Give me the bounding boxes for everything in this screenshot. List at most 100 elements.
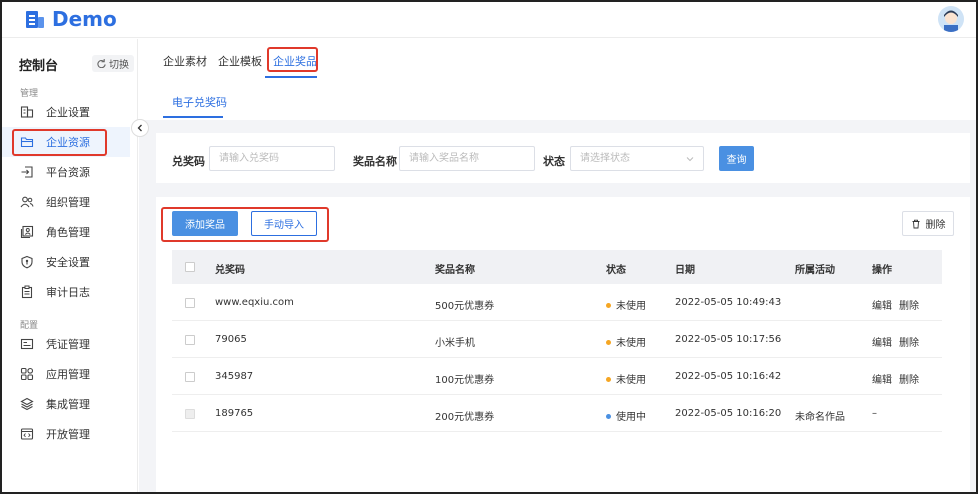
filter-bar: 兑奖码 请输入兑奖码 奖品名称 请输入奖品名称 状态 请选择状态 查询 bbox=[156, 133, 970, 183]
code-window-icon bbox=[20, 427, 34, 441]
cell-prize: 100元优惠券 bbox=[435, 375, 495, 386]
chevron-left-icon bbox=[137, 124, 142, 132]
row-delete-link[interactable]: 删除 bbox=[899, 371, 919, 386]
sidebar-item-integration[interactable]: 集成管理 bbox=[2, 389, 130, 419]
switch-label: 切换 bbox=[109, 60, 129, 71]
cell-status-text: 未使用 bbox=[616, 301, 646, 312]
building-logo-icon bbox=[24, 8, 46, 30]
prize-table-card: 添加奖品 手动导入 删除 兑奖码 奖品名称 状态 日期 所属活动 操作 www.… bbox=[156, 197, 970, 492]
cell-date: 2022-05-05 10:16:42 bbox=[675, 371, 782, 382]
sidebar-item-label: 应用管理 bbox=[46, 368, 90, 381]
apps-icon bbox=[20, 367, 34, 381]
switch-button[interactable]: 切换 bbox=[92, 55, 134, 72]
clipboard-icon bbox=[20, 285, 34, 299]
sidebar-item-roles[interactable]: 角色管理 bbox=[2, 217, 130, 247]
cell-code: 345987 bbox=[215, 371, 254, 382]
sidebar-item-label: 凭证管理 bbox=[46, 338, 90, 351]
col-header-prize: 奖品名称 bbox=[435, 265, 475, 276]
status-dot-unused bbox=[606, 339, 611, 345]
table-row: 345987 100元优惠券 未使用 2022-05-05 10:16:42 编… bbox=[172, 358, 942, 395]
row-delete-link[interactable]: 删除 bbox=[899, 297, 919, 312]
sidebar-item-audit-log[interactable]: 审计日志 bbox=[2, 277, 130, 307]
sidebar-collapse-button[interactable] bbox=[131, 119, 149, 137]
app-window: Demo 控制台 切换 管理 企业设置 企业资源 平台资源 组织管理 角色管理 … bbox=[0, 0, 978, 494]
table-row: 189765 200元优惠券 使用中 2022-05-05 10:16:20 未… bbox=[172, 395, 942, 432]
col-header-status: 状态 bbox=[606, 265, 626, 276]
tab-enterprise-templates[interactable]: 企业模板 bbox=[218, 53, 262, 69]
cell-code: www.eqxiu.com bbox=[215, 297, 294, 308]
sidebar-item-security[interactable]: 安全设置 bbox=[2, 247, 130, 277]
cell-status: 未使用 bbox=[606, 371, 646, 386]
sidebar: 控制台 切换 管理 企业设置 企业资源 平台资源 组织管理 角色管理 安全设置 … bbox=[2, 39, 138, 492]
sidebar-item-label: 开放管理 bbox=[46, 428, 90, 441]
sidebar-item-label: 企业设置 bbox=[46, 106, 90, 119]
bulk-delete-button[interactable]: 删除 bbox=[902, 211, 954, 236]
tab-enterprise-prizes[interactable]: 企业奖品 bbox=[273, 53, 317, 69]
cell-date: 2022-05-05 10:49:43 bbox=[675, 297, 782, 308]
row-delete-link[interactable]: 删除 bbox=[899, 334, 919, 349]
row-edit-link[interactable]: 编辑 bbox=[872, 297, 892, 312]
credential-icon bbox=[20, 337, 34, 351]
status-dot-unused bbox=[606, 302, 611, 308]
status-select-placeholder: 请选择状态 bbox=[580, 153, 630, 164]
cell-status: 未使用 bbox=[606, 297, 646, 312]
sub-tab-indicator bbox=[163, 116, 223, 118]
building-icon bbox=[20, 105, 34, 119]
cell-prize: 小米手机 bbox=[435, 338, 475, 349]
chevron-down-icon bbox=[686, 157, 694, 162]
prize-name-input[interactable]: 请输入奖品名称 bbox=[399, 146, 535, 171]
top-header: Demo bbox=[2, 2, 976, 38]
active-tab-indicator bbox=[265, 76, 317, 78]
role-icon bbox=[20, 225, 34, 239]
cell-status: 使用中 bbox=[606, 408, 646, 423]
layers-icon bbox=[20, 397, 34, 411]
row-checkbox[interactable] bbox=[185, 335, 195, 345]
cell-status-text: 未使用 bbox=[616, 375, 646, 386]
cell-prize: 200元优惠券 bbox=[435, 412, 495, 423]
sidebar-item-enterprise-settings[interactable]: 企业设置 bbox=[2, 97, 130, 127]
tab-enterprise-materials[interactable]: 企业素材 bbox=[163, 53, 207, 69]
row-checkbox[interactable] bbox=[185, 372, 195, 382]
row-checkbox-disabled bbox=[185, 409, 195, 419]
query-button[interactable]: 查询 bbox=[719, 146, 754, 171]
sidebar-item-open-platform[interactable]: 开放管理 bbox=[2, 419, 130, 449]
prize-filter-label: 奖品名称 bbox=[353, 155, 397, 168]
code-input[interactable]: 请输入兑奖码 bbox=[209, 146, 335, 171]
bulk-delete-label: 删除 bbox=[925, 220, 946, 231]
status-filter-label: 状态 bbox=[543, 155, 565, 168]
add-prize-button[interactable]: 添加奖品 bbox=[172, 211, 238, 236]
table-header: 兑奖码 奖品名称 状态 日期 所属活动 操作 bbox=[172, 250, 942, 284]
user-avatar[interactable] bbox=[938, 6, 964, 32]
cell-status: 未使用 bbox=[606, 334, 646, 349]
sidebar-item-apps[interactable]: 应用管理 bbox=[2, 359, 130, 389]
users-icon bbox=[20, 195, 34, 209]
cell-code: 79065 bbox=[215, 334, 247, 345]
sidebar-item-platform-resources[interactable]: 平台资源 bbox=[2, 157, 130, 187]
cell-date: 2022-05-05 10:16:20 bbox=[675, 408, 782, 419]
tabs-area: 企业素材 企业模板 企业奖品 电子兑奖码 bbox=[139, 39, 976, 120]
status-select[interactable]: 请选择状态 bbox=[570, 146, 704, 171]
cell-activity: 未命名作品 bbox=[795, 412, 845, 423]
cell-status-text: 未使用 bbox=[616, 338, 646, 349]
cell-prize: 500元优惠券 bbox=[435, 301, 495, 312]
col-header-actions: 操作 bbox=[872, 265, 892, 276]
row-edit-link[interactable]: 编辑 bbox=[872, 371, 892, 386]
cell-date: 2022-05-05 10:17:56 bbox=[675, 334, 782, 345]
sidebar-item-credentials[interactable]: 凭证管理 bbox=[2, 329, 130, 359]
cell-code: 189765 bbox=[215, 408, 254, 419]
code-filter-label: 兑奖码 bbox=[172, 155, 205, 168]
manual-import-button[interactable]: 手动导入 bbox=[251, 211, 317, 236]
cell-actions-empty: – bbox=[872, 408, 877, 419]
sub-tab-e-redeem-code[interactable]: 电子兑奖码 bbox=[172, 94, 227, 110]
logo-text: Demo bbox=[52, 7, 117, 31]
sidebar-item-organization[interactable]: 组织管理 bbox=[2, 187, 130, 217]
sidebar-item-enterprise-resources[interactable]: 企业资源 bbox=[2, 127, 130, 157]
select-all-checkbox[interactable] bbox=[185, 262, 195, 272]
logo[interactable]: Demo bbox=[24, 7, 117, 31]
col-header-date: 日期 bbox=[675, 265, 695, 276]
row-edit-link[interactable]: 编辑 bbox=[872, 334, 892, 349]
cell-status-text: 使用中 bbox=[616, 412, 646, 423]
sidebar-item-label: 平台资源 bbox=[46, 166, 90, 179]
row-checkbox[interactable] bbox=[185, 298, 195, 308]
sidebar-item-label: 审计日志 bbox=[46, 286, 90, 299]
